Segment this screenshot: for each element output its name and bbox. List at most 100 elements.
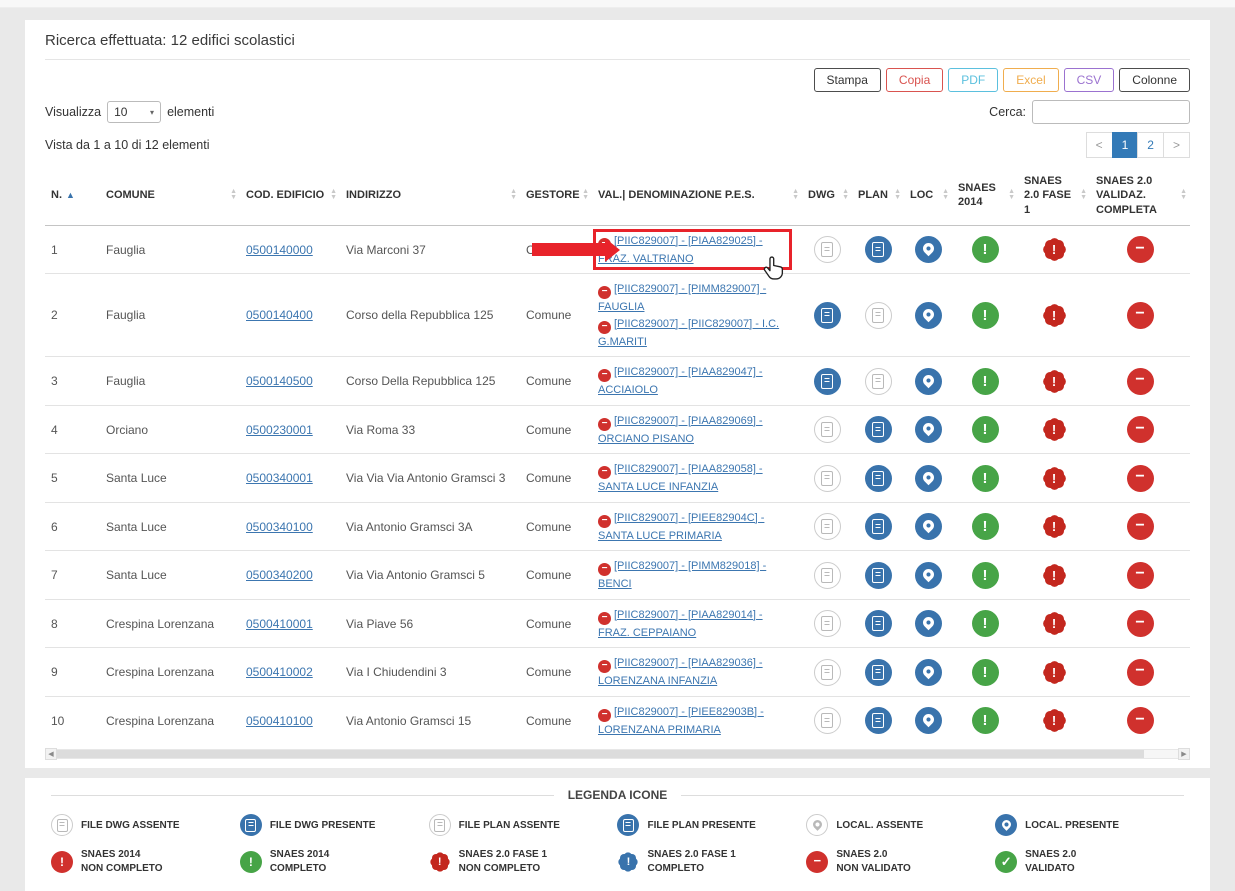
pes-denominazione-link[interactable]: [PIIC829007] - [PIAA829036] - LORENZANA … <box>598 657 763 687</box>
dwg-file-icon[interactable] <box>814 302 841 329</box>
legend-label-2: NON COMPLETO <box>459 862 547 876</box>
snaes-20-validaz-cell <box>1090 551 1190 600</box>
button-colonne[interactable]: Colonne <box>1119 68 1190 92</box>
col-indirizzo[interactable]: INDIRIZZO▲▼ <box>340 166 520 225</box>
loc-pin-icon[interactable] <box>915 302 942 329</box>
legend-label-2: NON VALIDATO <box>836 862 910 876</box>
pes-denominazione-link[interactable]: [PIIC829007] - [PIEE82904C] - SANTA LUCE… <box>598 512 764 542</box>
loc-cell <box>904 599 952 648</box>
col-cod-edificio[interactable]: COD. EDIFICIO▲▼ <box>240 166 340 225</box>
button-csv[interactable]: CSV <box>1064 68 1115 92</box>
snaes-2014-cell <box>952 454 1018 503</box>
cod-edificio-link[interactable]: 0500410001 <box>246 617 313 631</box>
cod-edificio-link[interactable]: 0500140400 <box>246 308 313 322</box>
col-comune[interactable]: COMUNE▲▼ <box>100 166 240 225</box>
pagination-page-1[interactable]: 1 <box>1112 132 1139 158</box>
loc-pin-icon[interactable] <box>915 610 942 637</box>
dwg-file-icon[interactable] <box>814 416 841 443</box>
plan-file-icon[interactable] <box>865 368 892 395</box>
search-input[interactable] <box>1032 100 1190 124</box>
dwg-file-icon[interactable] <box>814 236 841 263</box>
pes-denominazione-link[interactable]: [PIIC829007] - [PIEE82903B] - LORENZANA … <box>598 706 764 736</box>
col-n[interactable]: N.▲ <box>45 166 100 225</box>
pes-denominazione-link[interactable]: [PIIC829007] - [PIIC829007] - I.C. G.MAR… <box>598 318 779 348</box>
cod-edificio-link[interactable]: 0500410002 <box>246 665 313 679</box>
dwg-file-icon[interactable] <box>814 513 841 540</box>
dwg-file-icon[interactable] <box>814 610 841 637</box>
dwg-file-icon[interactable] <box>814 465 841 492</box>
pes-denominazione-link[interactable]: [PIIC829007] - [PIAA829058] - SANTA LUCE… <box>598 463 763 493</box>
col-plan[interactable]: PLAN▲▼ <box>852 166 904 225</box>
cod-edificio-link[interactable]: 0500340100 <box>246 520 313 534</box>
snaes-20-fase1-status-icon <box>1041 368 1068 395</box>
page-length-select[interactable]: 10 ▾ <box>107 101 161 123</box>
cod-edificio-link[interactable]: 0500340200 <box>246 568 313 582</box>
scroll-right-icon[interactable]: ▶ <box>1178 748 1190 760</box>
pagination-next[interactable]: > <box>1163 132 1190 158</box>
button-pdf[interactable]: PDF <box>948 68 998 92</box>
col-loc[interactable]: LOC▲▼ <box>904 166 952 225</box>
loc-pin-icon[interactable] <box>915 562 942 589</box>
pes-denominazione-link[interactable]: [PIIC829007] - [PIMM829018] - BENCI <box>598 560 766 590</box>
col-snaes-20-fase-1[interactable]: SNAES 2.0 FASE 1▲▼ <box>1018 166 1090 225</box>
cod-edificio-link[interactable]: 0500140000 <box>246 243 313 257</box>
col-snaes-20-validaz[interactable]: SNAES 2.0 VALIDAZ. COMPLETA▲▼ <box>1090 166 1190 225</box>
plan-file-icon[interactable] <box>865 610 892 637</box>
dwg-file-icon[interactable] <box>814 707 841 734</box>
cod-edificio-cell: 0500410100 <box>240 696 340 744</box>
sort-ascending-icon: ▲ <box>66 190 75 200</box>
plan-file-icon[interactable] <box>865 562 892 589</box>
dwg-file-icon[interactable] <box>814 368 841 395</box>
snaes-20-fase1-completo-icon <box>617 851 639 873</box>
plan-file-icon[interactable] <box>865 302 892 329</box>
pagination-prev[interactable]: < <box>1086 132 1113 158</box>
loc-pin-icon[interactable] <box>915 236 942 263</box>
comune-cell: Fauglia <box>100 225 240 274</box>
plan-file-icon[interactable] <box>865 707 892 734</box>
pes-cell: [PIIC829007] - [PIAA829058] - SANTA LUCE… <box>592 454 802 503</box>
row-number: 6 <box>45 502 100 551</box>
dwg-file-icon[interactable] <box>814 562 841 589</box>
pes-denominazione-link[interactable]: [PIIC829007] - [PIAA829025] - FRAZ. VALT… <box>598 235 763 265</box>
horizontal-scrollbar[interactable]: ◀ ▶ <box>45 748 1190 760</box>
loc-pin-icon[interactable] <box>915 707 942 734</box>
loc-pin-icon[interactable] <box>915 513 942 540</box>
pes-denominazione-link[interactable]: [PIIC829007] - [PIAA829047] - ACCIAIOLO <box>598 366 763 396</box>
legend-label: SNAES 2.0 <box>836 848 910 862</box>
plan-file-icon[interactable] <box>865 465 892 492</box>
plan-file-icon[interactable] <box>865 659 892 686</box>
col-dwg[interactable]: DWG▲▼ <box>802 166 852 225</box>
plan-file-icon[interactable] <box>865 236 892 263</box>
col-gestore[interactable]: GESTORE▲▼ <box>520 166 592 225</box>
loc-pin-icon[interactable] <box>915 465 942 492</box>
pagination-page-2[interactable]: 2 <box>1137 132 1164 158</box>
scrollbar-thumb[interactable] <box>57 750 1144 758</box>
cod-edificio-link[interactable]: 0500140500 <box>246 374 313 388</box>
loc-pin-icon[interactable] <box>915 416 942 443</box>
snaes-20-validaz-status-icon <box>1127 707 1154 734</box>
plan-cell <box>852 357 904 406</box>
pes-denominazione-link[interactable]: [PIIC829007] - [PIMM829007] - FAUGLIA <box>598 283 766 313</box>
loc-pin-icon[interactable] <box>915 368 942 395</box>
plan-file-icon[interactable] <box>865 416 892 443</box>
col-snaes-2014[interactable]: SNAES 2014▲▼ <box>952 166 1018 225</box>
scroll-left-icon[interactable]: ◀ <box>45 748 57 760</box>
loc-pin-icon[interactable] <box>915 659 942 686</box>
cod-edificio-link[interactable]: 0500340001 <box>246 471 313 485</box>
button-stampa[interactable]: Stampa <box>814 68 881 92</box>
pes-cell: [PIIC829007] - [PIAA829069] - ORCIANO PI… <box>592 405 802 454</box>
button-copia[interactable]: Copia <box>886 68 943 92</box>
pes-denominazione-link[interactable]: [PIIC829007] - [PIAA829069] - ORCIANO PI… <box>598 415 763 445</box>
button-excel[interactable]: Excel <box>1003 68 1058 92</box>
plan-file-icon[interactable] <box>865 513 892 540</box>
scrollbar-track[interactable] <box>57 749 1178 759</box>
snaes-20-validaz-status-icon <box>1127 416 1154 443</box>
cod-edificio-link[interactable]: 0500230001 <box>246 423 313 437</box>
dwg-file-icon[interactable] <box>814 659 841 686</box>
col-denominazione[interactable]: VAL.| DENOMINAZIONE P.E.S.▲▼ <box>592 166 802 225</box>
cod-edificio-link[interactable]: 0500410100 <box>246 714 313 728</box>
pes-cell: [PIIC829007] - [PIMM829007] - FAUGLIA [PI… <box>592 274 802 357</box>
seal-shape <box>1041 610 1068 637</box>
pes-denominazione-link[interactable]: [PIIC829007] - [PIAA829014] - FRAZ. CEPP… <box>598 609 763 639</box>
legend-item: SNAES 2014COMPLETO <box>240 848 429 875</box>
